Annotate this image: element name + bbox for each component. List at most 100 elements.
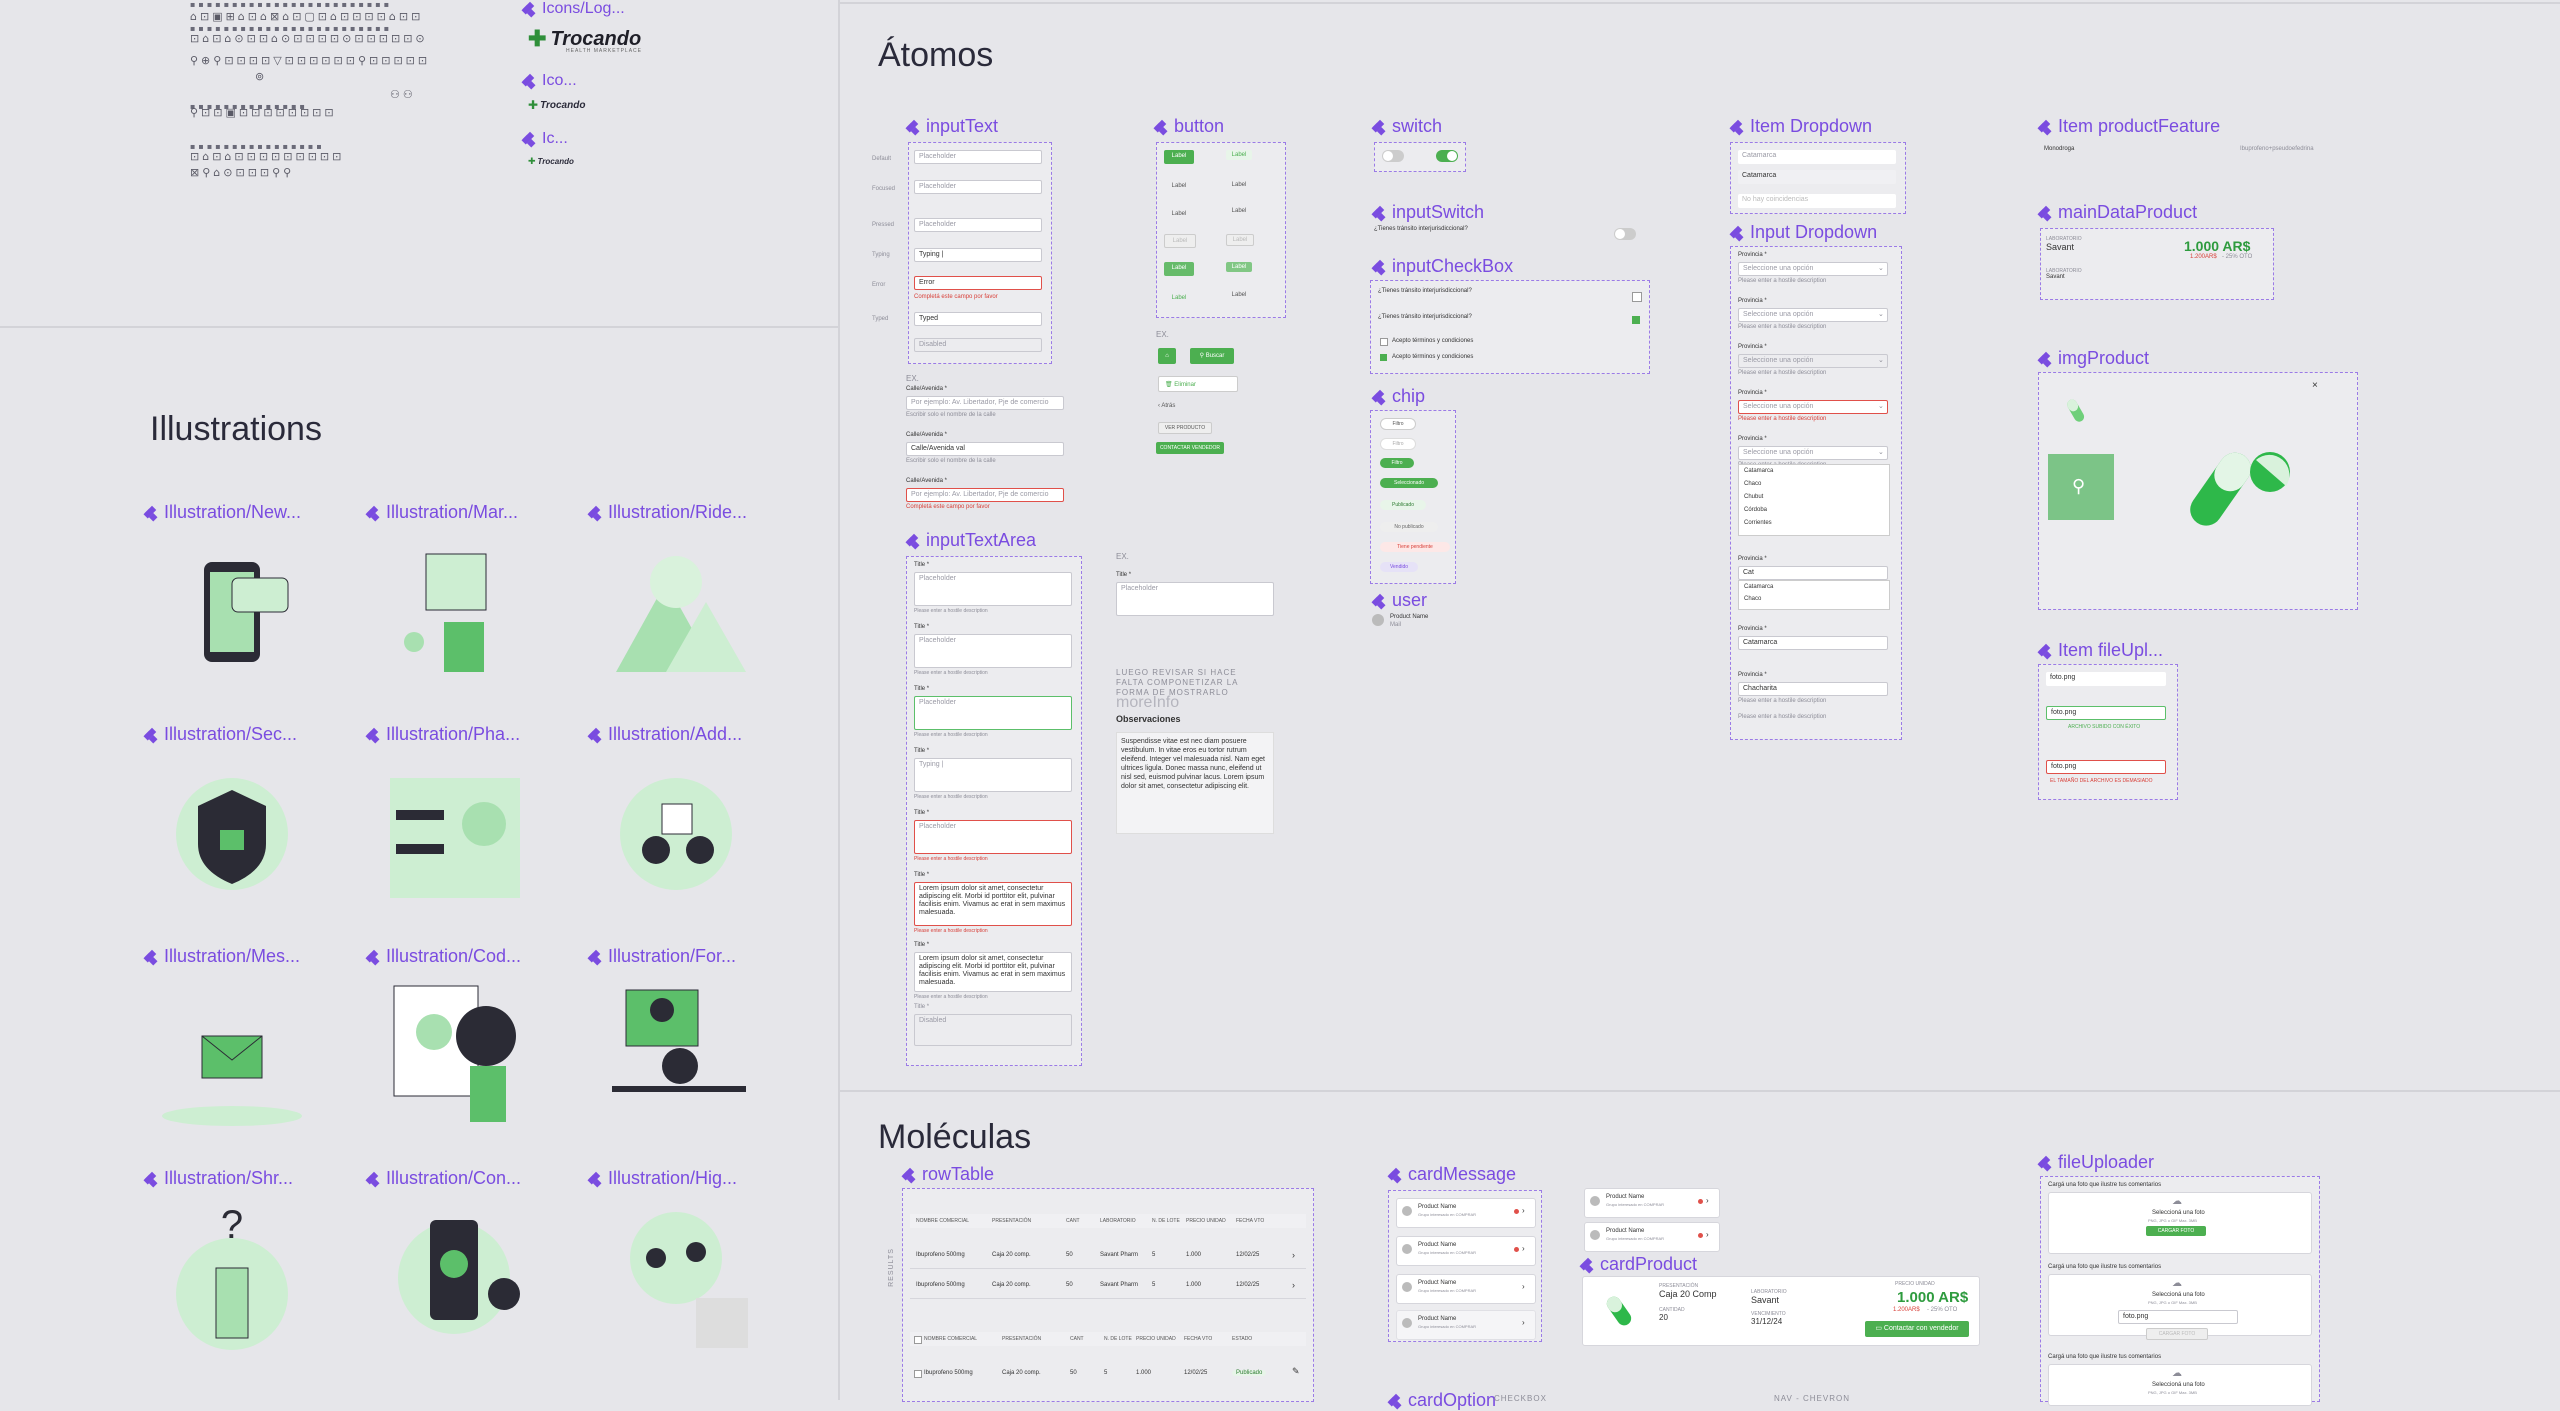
text-input-typed[interactable]: Typed [914, 312, 1042, 326]
textarea-input[interactable]: Lorem ipsum dolor sit amet, consectetur … [914, 952, 1072, 992]
province-dropdown[interactable]: Seleccione una opción [1738, 308, 1888, 322]
label-text: fileUploader [2058, 1152, 2155, 1172]
primary-button-small[interactable]: Label [1226, 150, 1252, 160]
upload-photo-button[interactable]: CARGAR FOTO [2146, 1226, 2206, 1236]
upload-hint: PNG, JPG o GIF Max. 3MB [2148, 1300, 2197, 1305]
text-input-focused[interactable]: Placeholder [914, 180, 1042, 194]
label-text: chip [1392, 386, 1426, 406]
province-dropdown[interactable]: Seleccione una opción [1738, 262, 1888, 276]
chevron-right-icon[interactable]: › [1292, 1250, 1295, 1260]
edit-icon[interactable]: ✎ [1292, 1366, 1300, 1377]
province-dropdown[interactable]: Seleccione una opción [1738, 400, 1888, 414]
province-dropdown-selected[interactable]: Catamarca [1738, 636, 1888, 650]
uploaded-file-item[interactable]: foto.png [2118, 1310, 2238, 1324]
ghost-button-small[interactable]: Label [1226, 206, 1252, 216]
chip[interactable]: Publicado [1380, 500, 1426, 510]
checkbox-terms-unchecked[interactable] [1380, 338, 1388, 346]
contact-seller-button[interactable]: ▭ Contactar con vendedor [1865, 1321, 1969, 1337]
checkbox-unchecked[interactable] [1632, 292, 1642, 302]
hover-button[interactable]: Label [1164, 262, 1194, 276]
province-dropdown-filter[interactable]: Cat [1738, 566, 1888, 580]
text-input-error[interactable]: Error [914, 276, 1042, 290]
contact-seller-button[interactable]: CONTACTAR VENDEDOR [1156, 442, 1224, 454]
text-input-default[interactable]: Placeholder [914, 150, 1042, 164]
file-item-error[interactable]: foto.png [2046, 760, 2166, 774]
component-icon [1582, 1259, 1594, 1271]
ghost-button[interactable]: Label [1164, 208, 1194, 220]
calle-input-empty[interactable]: Por ejemplo: Av. Libertador, Pje de come… [906, 396, 1064, 410]
textarea-input[interactable]: Placeholder [914, 634, 1072, 668]
dropdown-option[interactable]: Chaco [1744, 481, 1761, 487]
file-item-success[interactable]: foto.png [2046, 706, 2166, 720]
image-topbar [2128, 382, 2322, 394]
hover-button-small[interactable]: Label [1226, 262, 1252, 272]
dropdown-option[interactable]: Córdoba [1744, 507, 1767, 513]
chevron-right-icon[interactable]: › [1706, 1230, 1709, 1239]
checkbox-checked[interactable] [1632, 316, 1640, 324]
chevron-right-icon[interactable]: › [1522, 1244, 1525, 1253]
province-dropdown-selected[interactable]: Chacharita [1738, 682, 1888, 696]
chip[interactable]: Filtro [1380, 418, 1416, 430]
table-cell: 50 [1070, 1370, 1077, 1376]
chevron-right-icon[interactable]: › [1292, 1280, 1295, 1290]
textarea-input[interactable]: Lorem ipsum dolor sit amet, consectetur … [914, 882, 1072, 926]
input-switch-toggle[interactable] [1614, 228, 1636, 240]
dropdown-item[interactable]: Catamarca [1738, 150, 1896, 164]
text-input-pressed[interactable]: Placeholder [914, 218, 1042, 232]
switch-off[interactable] [1382, 150, 1404, 162]
dropdown-option[interactable]: Catamarca [1744, 468, 1773, 474]
chip[interactable]: No publicado [1380, 522, 1438, 532]
dropdown-label: Provincia * [1738, 252, 1767, 258]
component-icon [1374, 391, 1386, 403]
dropdown-item-hover[interactable]: Catamarca [1738, 170, 1896, 184]
chip[interactable]: Filtro [1380, 438, 1416, 450]
textarea-input[interactable]: Typing | [914, 758, 1072, 792]
textarea-input[interactable]: Placeholder [914, 572, 1072, 606]
view-product-button[interactable]: VER PRODUCTO [1158, 422, 1212, 434]
primary-button[interactable]: Label [1164, 150, 1194, 164]
example-label: EX. [1156, 330, 1169, 339]
dropdown-option[interactable]: Chaco [1744, 596, 1761, 602]
product-card[interactable]: PRESENTACIÓN Caja 20 Comp CANTIDAD 20 LA… [1582, 1276, 1980, 1346]
text-input-typing[interactable]: Typing | [914, 248, 1042, 262]
dropdown-option[interactable]: Catamarca [1744, 584, 1773, 590]
link-button-small[interactable]: Label [1226, 290, 1252, 300]
province-dropdown[interactable]: Seleccione una opción [1738, 446, 1888, 460]
chip[interactable]: Filtro [1380, 458, 1414, 468]
home-button[interactable]: ⌂ [1158, 348, 1176, 364]
file-item-default[interactable]: foto.png [2046, 672, 2166, 686]
chip[interactable]: Seleccionado [1380, 478, 1438, 488]
chevron-right-icon[interactable]: › [1522, 1318, 1525, 1327]
text-button-small[interactable]: Label [1226, 180, 1252, 190]
button-text: Contactar con vendedor [1883, 1325, 1959, 1332]
textarea-input[interactable]: Placeholder [914, 696, 1072, 730]
textarea-example[interactable]: Placeholder [1116, 582, 1274, 616]
calle-input-error[interactable]: Por ejemplo: Av. Libertador, Pje de come… [906, 488, 1064, 502]
icon-grid-row: ⚲⊕⚲⊡⊡⊡⊡▽⊡⊡⊡⊡⊡⊡⚲⊡⊡⊡⊡⊡ [190, 54, 431, 67]
error-hint: Completá este campo por favor [914, 294, 998, 300]
row-checkbox[interactable] [914, 1370, 922, 1378]
chip[interactable]: Vendido [1380, 562, 1418, 572]
close-icon[interactable]: × [2312, 380, 2318, 391]
calle-input-filled[interactable]: Calle/Avenida val [906, 442, 1064, 456]
unread-dot [1698, 1233, 1703, 1238]
label-text: Input Dropdown [1750, 222, 1878, 242]
dropdown-option[interactable]: Chubut [1744, 494, 1763, 500]
table-cell: Ibuprofeno 500mg [916, 1282, 965, 1288]
delete-button[interactable]: 🗑 Eliminar [1158, 376, 1238, 392]
zoom-icon: ⚲ [2072, 476, 2086, 496]
back-button[interactable]: ‹ Atrás [1158, 400, 1198, 414]
dropdown-option[interactable]: Corrientes [1744, 520, 1772, 526]
chevron-right-icon[interactable]: › [1706, 1196, 1709, 1205]
checkbox-terms-checked[interactable] [1380, 354, 1387, 361]
chip[interactable]: Tiene pendiente [1380, 542, 1450, 552]
chevron-right-icon[interactable]: › [1522, 1206, 1525, 1215]
pharmacy-shelves-illustration [390, 778, 520, 898]
checkbox-header[interactable] [914, 1336, 922, 1344]
text-button[interactable]: Label [1164, 180, 1194, 192]
textarea-input[interactable]: Placeholder [914, 820, 1072, 854]
chevron-right-icon[interactable]: › [1522, 1282, 1525, 1291]
search-button[interactable]: ⚲ Buscar [1190, 348, 1234, 364]
switch-on[interactable] [1436, 150, 1458, 162]
link-button[interactable]: Label [1164, 292, 1194, 304]
